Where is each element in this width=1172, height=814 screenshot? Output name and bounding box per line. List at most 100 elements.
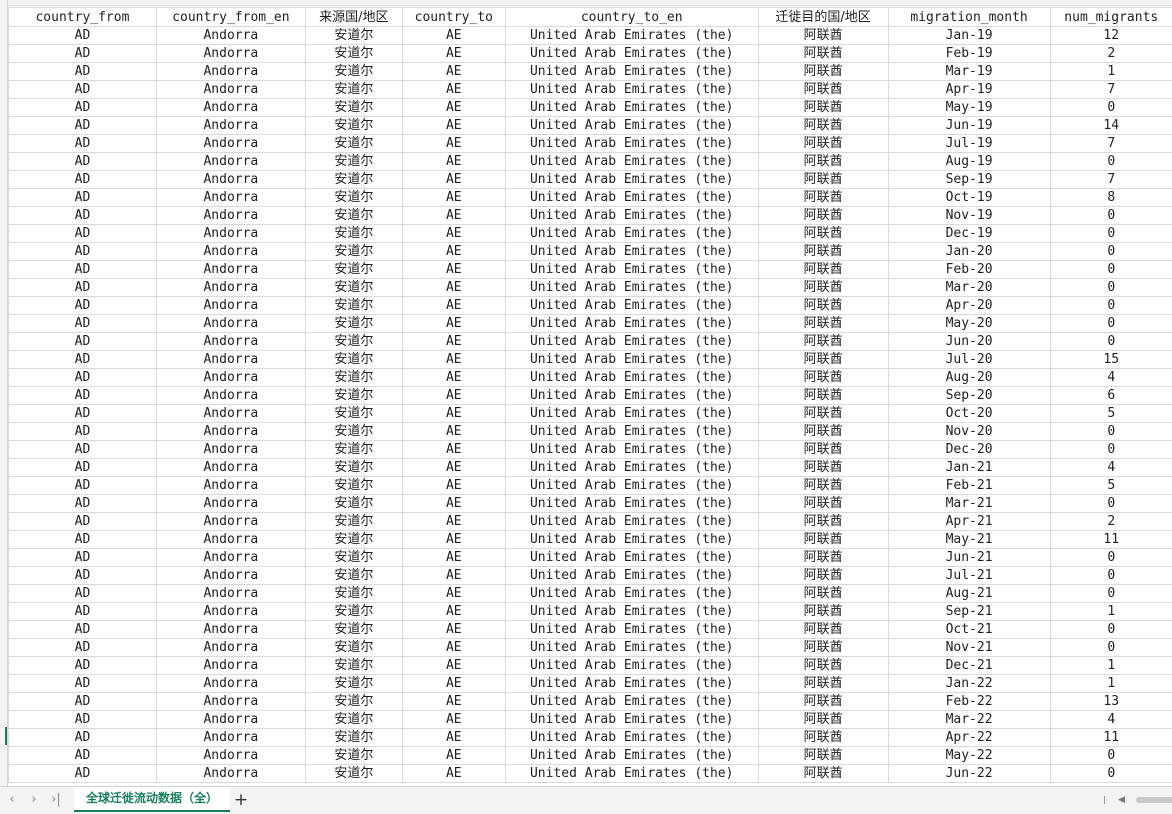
cell-to-zh[interactable]: 阿联酋 xyxy=(757,242,889,261)
cell-country-from[interactable]: AD xyxy=(8,404,157,423)
cell-country-to[interactable]: AE xyxy=(401,656,506,675)
cell-from-zh[interactable]: 安道尔 xyxy=(304,386,403,405)
cell-from-zh[interactable]: 安道尔 xyxy=(304,260,403,279)
cell-country-from[interactable]: AD xyxy=(8,224,157,243)
cell-num-migrants[interactable]: 0 xyxy=(1049,440,1172,459)
cell-country-to-en[interactable]: United Arab Emirates (the) xyxy=(504,368,759,387)
cell-country-to-en[interactable]: United Arab Emirates (the) xyxy=(504,188,759,207)
cell-country-to[interactable]: AE xyxy=(401,458,506,477)
cell-from-zh[interactable]: 安道尔 xyxy=(304,206,403,225)
cell-country-from-en[interactable]: Andorra xyxy=(155,746,306,765)
cell-country-to-en[interactable]: United Arab Emirates (the) xyxy=(504,206,759,225)
cell-from-zh[interactable]: 安道尔 xyxy=(304,62,403,81)
cell-migration-month[interactable]: Sep-21 xyxy=(887,602,1051,621)
cell-country-from[interactable]: AD xyxy=(8,728,157,747)
cell-num-migrants[interactable]: 4 xyxy=(1049,368,1172,387)
first-sheet-button[interactable]: ‹ xyxy=(4,791,20,809)
cell-from-zh[interactable]: 安道尔 xyxy=(304,584,403,603)
cell-from-zh[interactable]: 安道尔 xyxy=(304,458,403,477)
cell-from-zh[interactable]: 安道尔 xyxy=(304,116,403,135)
cell-num-migrants[interactable]: 0 xyxy=(1049,638,1172,657)
cell-num-migrants[interactable]: 0 xyxy=(1049,314,1172,333)
cell-to-zh[interactable]: 阿联酋 xyxy=(757,638,889,657)
cell-country-from[interactable]: AD xyxy=(8,296,157,315)
cell-to-zh[interactable]: 阿联酋 xyxy=(757,764,889,783)
cell-country-to[interactable]: AE xyxy=(401,134,506,153)
cell-migration-month[interactable]: Jun-22 xyxy=(887,764,1051,783)
cell-num-migrants[interactable]: 0 xyxy=(1049,548,1172,567)
cell-country-to-en[interactable]: United Arab Emirates (the) xyxy=(504,638,759,657)
cell-country-to[interactable]: AE xyxy=(401,620,506,639)
cell-country-from-en[interactable]: Andorra xyxy=(155,656,306,675)
cell-from-zh[interactable]: 安道尔 xyxy=(304,548,403,567)
cell-country-to[interactable]: AE xyxy=(401,566,506,585)
cell-from-zh[interactable]: 安道尔 xyxy=(304,26,403,45)
cell-from-zh[interactable]: 安道尔 xyxy=(304,44,403,63)
sheet-tab-active[interactable]: 全球迁徙流动数据（全） xyxy=(74,787,231,812)
cell-country-from[interactable]: AD xyxy=(8,350,157,369)
cell-country-from-en[interactable]: Andorra xyxy=(155,134,306,153)
cell-country-to-en[interactable]: United Arab Emirates (the) xyxy=(504,170,759,189)
add-sheet-button[interactable]: + xyxy=(232,789,250,811)
cell-num-migrants[interactable]: 0 xyxy=(1049,242,1172,261)
cell-num-migrants[interactable]: 4 xyxy=(1049,458,1172,477)
cell-migration-month[interactable]: Apr-19 xyxy=(887,80,1051,99)
cell-from-zh[interactable]: 安道尔 xyxy=(304,476,403,495)
cell-country-to-en[interactable]: United Arab Emirates (the) xyxy=(504,764,759,783)
cell-to-zh[interactable]: 阿联酋 xyxy=(757,116,889,135)
cell-country-to-en[interactable]: United Arab Emirates (the) xyxy=(504,422,759,441)
cell-to-zh[interactable]: 阿联酋 xyxy=(757,170,889,189)
cell-country-to-en[interactable]: United Arab Emirates (the) xyxy=(504,152,759,171)
cell-from-zh[interactable]: 安道尔 xyxy=(304,332,403,351)
cell-migration-month[interactable]: Jan-22 xyxy=(887,674,1051,693)
cell-num-migrants[interactable]: 1 xyxy=(1049,656,1172,675)
cell-num-migrants[interactable]: 1 xyxy=(1049,62,1172,81)
cell-migration-month[interactable]: Jan-19 xyxy=(887,26,1051,45)
cell-from-zh[interactable]: 安道尔 xyxy=(304,764,403,783)
cell-country-to-en[interactable]: United Arab Emirates (the) xyxy=(504,260,759,279)
cell-country-to[interactable]: AE xyxy=(401,710,506,729)
cell-country-from-en[interactable]: Andorra xyxy=(155,116,306,135)
cell-migration-month[interactable]: May-20 xyxy=(887,314,1051,333)
cell-country-to[interactable]: AE xyxy=(401,638,506,657)
cell-country-to[interactable]: AE xyxy=(401,44,506,63)
cell-num-migrants[interactable]: 6 xyxy=(1049,386,1172,405)
cell-country-to[interactable]: AE xyxy=(401,764,506,783)
cell-migration-month[interactable]: Nov-19 xyxy=(887,206,1051,225)
cell-country-from-en[interactable]: Andorra xyxy=(155,62,306,81)
cell-migration-month[interactable]: Aug-21 xyxy=(887,584,1051,603)
cell-migration-month[interactable]: Nov-20 xyxy=(887,422,1051,441)
cell-country-to-en[interactable]: United Arab Emirates (the) xyxy=(504,728,759,747)
cell-migration-month[interactable]: May-22 xyxy=(887,746,1051,765)
cell-country-from-en[interactable]: Andorra xyxy=(155,206,306,225)
cell-migration-month[interactable]: Sep-20 xyxy=(887,386,1051,405)
cell-to-zh[interactable]: 阿联酋 xyxy=(757,548,889,567)
cell-migration-month[interactable]: Dec-19 xyxy=(887,224,1051,243)
cell-country-from[interactable]: AD xyxy=(8,386,157,405)
next-sheet-button[interactable]: › xyxy=(26,791,42,809)
cell-from-zh[interactable]: 安道尔 xyxy=(304,170,403,189)
scroll-left-arrow-icon[interactable]: ◀ xyxy=(1118,791,1125,809)
cell-num-migrants[interactable]: 5 xyxy=(1049,404,1172,423)
cell-migration-month[interactable]: Oct-19 xyxy=(887,188,1051,207)
cell-country-from[interactable]: AD xyxy=(8,314,157,333)
cell-country-to-en[interactable]: United Arab Emirates (the) xyxy=(504,314,759,333)
cell-num-migrants[interactable]: 0 xyxy=(1049,620,1172,639)
cell-country-to[interactable]: AE xyxy=(401,80,506,99)
cell-from-zh[interactable]: 安道尔 xyxy=(304,620,403,639)
cell-from-zh[interactable]: 安道尔 xyxy=(304,278,403,297)
cell-migration-month[interactable]: Sep-19 xyxy=(887,170,1051,189)
cell-to-zh[interactable]: 阿联酋 xyxy=(757,512,889,531)
cell-num-migrants[interactable]: 15 xyxy=(1049,350,1172,369)
cell-country-from[interactable]: AD xyxy=(8,602,157,621)
cell-country-to[interactable]: AE xyxy=(401,494,506,513)
cell-country-from-en[interactable]: Andorra xyxy=(155,764,306,783)
cell-country-from[interactable]: AD xyxy=(8,242,157,261)
cell-num-migrants[interactable]: 0 xyxy=(1049,746,1172,765)
cell-country-to-en[interactable]: United Arab Emirates (the) xyxy=(504,242,759,261)
cell-country-to-en[interactable]: United Arab Emirates (the) xyxy=(504,332,759,351)
cell-migration-month[interactable]: Aug-20 xyxy=(887,368,1051,387)
cell-country-to[interactable]: AE xyxy=(401,746,506,765)
cell-country-from-en[interactable]: Andorra xyxy=(155,476,306,495)
cell-country-to[interactable]: AE xyxy=(401,332,506,351)
